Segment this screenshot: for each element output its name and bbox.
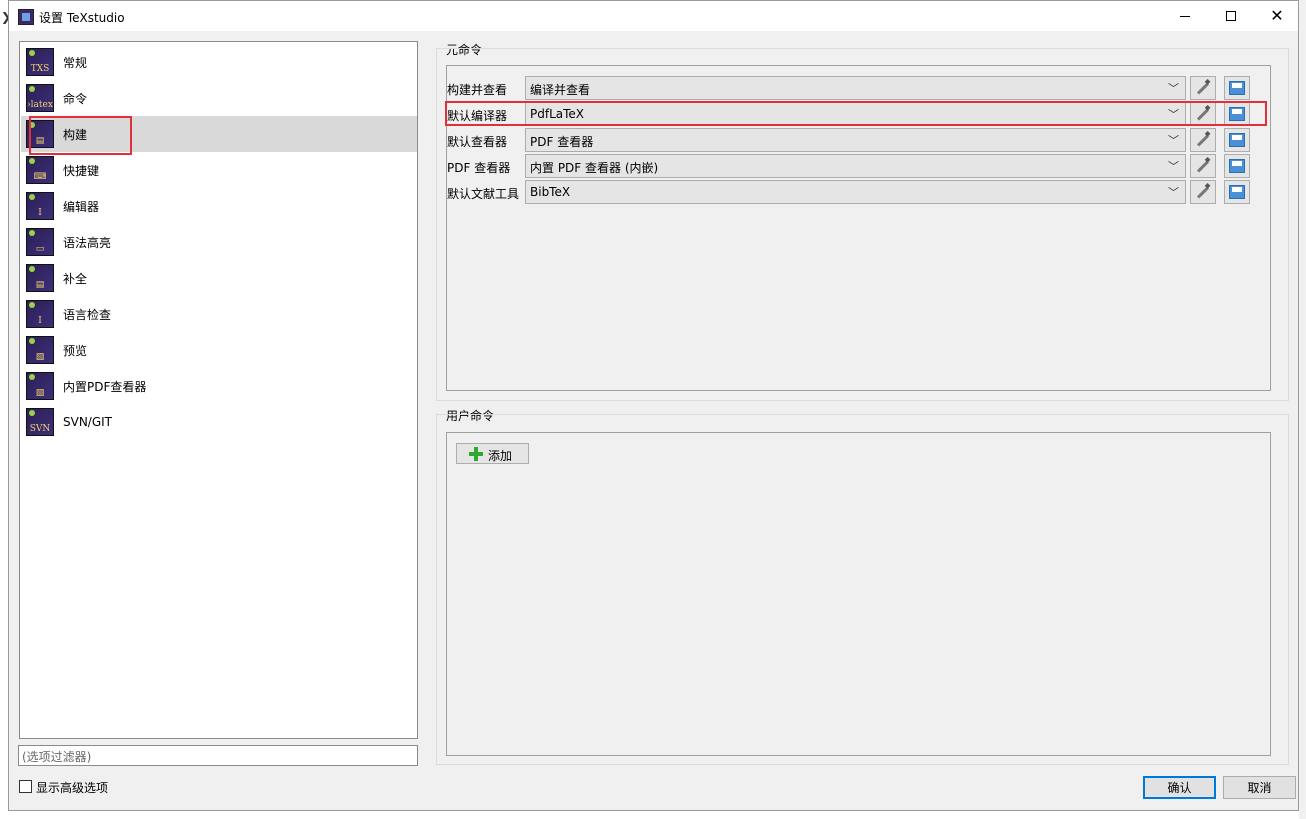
- wand-icon: [1196, 81, 1210, 95]
- show-advanced-checkbox[interactable]: [19, 780, 32, 793]
- sidebar-item-label: 语言检查: [63, 307, 112, 322]
- command-value: BibTeX: [530, 185, 571, 199]
- sidebar-item-label: 编辑器: [63, 199, 100, 214]
- app-icon: [18, 9, 34, 25]
- save-icon: [1229, 185, 1245, 199]
- sidebar-item-pdf-viewer[interactable]: ▧ 内置PDF查看器: [21, 368, 417, 404]
- save-button[interactable]: [1224, 76, 1250, 100]
- compiler-row-highlight-box: [445, 101, 1267, 126]
- save-button[interactable]: [1224, 154, 1250, 178]
- maximize-button[interactable]: [1208, 1, 1254, 31]
- command-label: 默认文献工具: [447, 187, 520, 201]
- command-value: 编译并查看: [530, 83, 591, 97]
- sidebar-item-general[interactable]: TXS 常规: [21, 44, 417, 80]
- wand-icon: [1196, 133, 1210, 147]
- title-bar: 设置 TeXstudio ✕: [9, 1, 1298, 31]
- maximize-icon: [1226, 11, 1236, 21]
- sidebar-item-svn-git[interactable]: SVN SVN/GIT: [21, 404, 417, 440]
- minimize-button[interactable]: [1162, 1, 1208, 31]
- sidebar-item-label: 命令: [63, 91, 88, 106]
- cancel-button[interactable]: 取消: [1223, 776, 1296, 799]
- txs-icon: TXS: [26, 48, 54, 76]
- completion-icon: ▤: [26, 264, 54, 292]
- editor-icon: I: [26, 192, 54, 220]
- command-row-bibliography: 默认文献工具 BibTeX ﹀: [446, 180, 1276, 204]
- command-select[interactable]: 编译并查看 ﹀: [525, 76, 1186, 100]
- option-filter-input[interactable]: (选项过滤器): [18, 745, 418, 766]
- show-advanced-label: 显示高级选项: [36, 781, 109, 795]
- sidebar-item-label: 语法高亮: [63, 235, 112, 250]
- configure-button[interactable]: [1190, 128, 1216, 152]
- wand-icon: [1196, 185, 1210, 199]
- sidebar-item-label: 补全: [63, 271, 88, 286]
- sidebar-item-label: 常规: [63, 55, 88, 70]
- svn-icon: SVN: [26, 408, 54, 436]
- chevron-down-icon: ﹀: [1168, 186, 1179, 199]
- background-edge: [1299, 0, 1306, 819]
- sidebar-item-syntax[interactable]: ▭ 语法高亮: [21, 224, 417, 260]
- sidebar-item-spellcheck[interactable]: I 语言检查: [21, 296, 417, 332]
- command-value: 内置 PDF 查看器 (内嵌): [530, 161, 659, 175]
- add-user-command-button[interactable]: 添加: [456, 443, 529, 464]
- latex-icon: ›latex: [26, 84, 54, 112]
- add-label: 添加: [488, 449, 513, 463]
- chevron-down-icon: ﹀: [1168, 82, 1179, 95]
- command-label: 构建并查看: [447, 83, 508, 97]
- preview-icon: ▧: [26, 336, 54, 364]
- plus-icon: [469, 447, 483, 461]
- wand-icon: [1196, 159, 1210, 173]
- selection-highlight-box: [29, 116, 132, 155]
- chevron-down-icon: ﹀: [1168, 160, 1179, 173]
- command-row-pdf-viewer: PDF 查看器 内置 PDF 查看器 (内嵌) ﹀: [446, 154, 1276, 178]
- minimize-icon: [1180, 15, 1190, 17]
- keyboard-icon: ⌨: [26, 156, 54, 184]
- configure-button[interactable]: [1190, 154, 1216, 178]
- command-select[interactable]: BibTeX ﹀: [525, 180, 1186, 204]
- sidebar-item-shortcuts[interactable]: ⌨ 快捷键: [21, 152, 417, 188]
- sidebar-item-label: 内置PDF查看器: [63, 379, 147, 394]
- configure-button[interactable]: [1190, 180, 1216, 204]
- close-button[interactable]: ✕: [1254, 1, 1300, 31]
- command-label: PDF 查看器: [447, 161, 511, 175]
- sidebar-item-label: SVN/GIT: [63, 415, 113, 429]
- command-select[interactable]: PDF 查看器 ﹀: [525, 128, 1186, 152]
- close-icon: ✕: [1270, 6, 1284, 25]
- window-title: 设置 TeXstudio: [39, 11, 125, 25]
- sidebar-item-label: 预览: [63, 343, 88, 358]
- save-icon: [1229, 133, 1245, 147]
- sidebar-item-preview[interactable]: ▧ 预览: [21, 332, 417, 368]
- save-button[interactable]: [1224, 180, 1250, 204]
- save-button[interactable]: [1224, 128, 1250, 152]
- user-commands-panel: [446, 432, 1271, 756]
- background-strip: [0, 0, 8, 819]
- sidebar-item-editor[interactable]: I 编辑器: [21, 188, 417, 224]
- command-label: 默认查看器: [447, 135, 508, 149]
- sidebar-item-completion[interactable]: ▤ 补全: [21, 260, 417, 296]
- spellcheck-icon: I: [26, 300, 54, 328]
- ok-button[interactable]: 确认: [1143, 776, 1216, 799]
- command-select[interactable]: 内置 PDF 查看器 (内嵌) ﹀: [525, 154, 1186, 178]
- configure-button[interactable]: [1190, 76, 1216, 100]
- pdf-viewer-icon: ▧: [26, 372, 54, 400]
- command-row-build-view: 构建并查看 编译并查看 ﹀: [446, 76, 1276, 100]
- syntax-icon: ▭: [26, 228, 54, 256]
- sidebar-item-label: 快捷键: [63, 163, 100, 178]
- command-row-default-viewer: 默认查看器 PDF 查看器 ﹀: [446, 128, 1276, 152]
- command-value: PDF 查看器: [530, 135, 594, 149]
- save-icon: [1229, 81, 1245, 95]
- chevron-down-icon: ﹀: [1168, 134, 1179, 147]
- save-icon: [1229, 159, 1245, 173]
- sidebar-item-commands[interactable]: ›latex 命令: [21, 80, 417, 116]
